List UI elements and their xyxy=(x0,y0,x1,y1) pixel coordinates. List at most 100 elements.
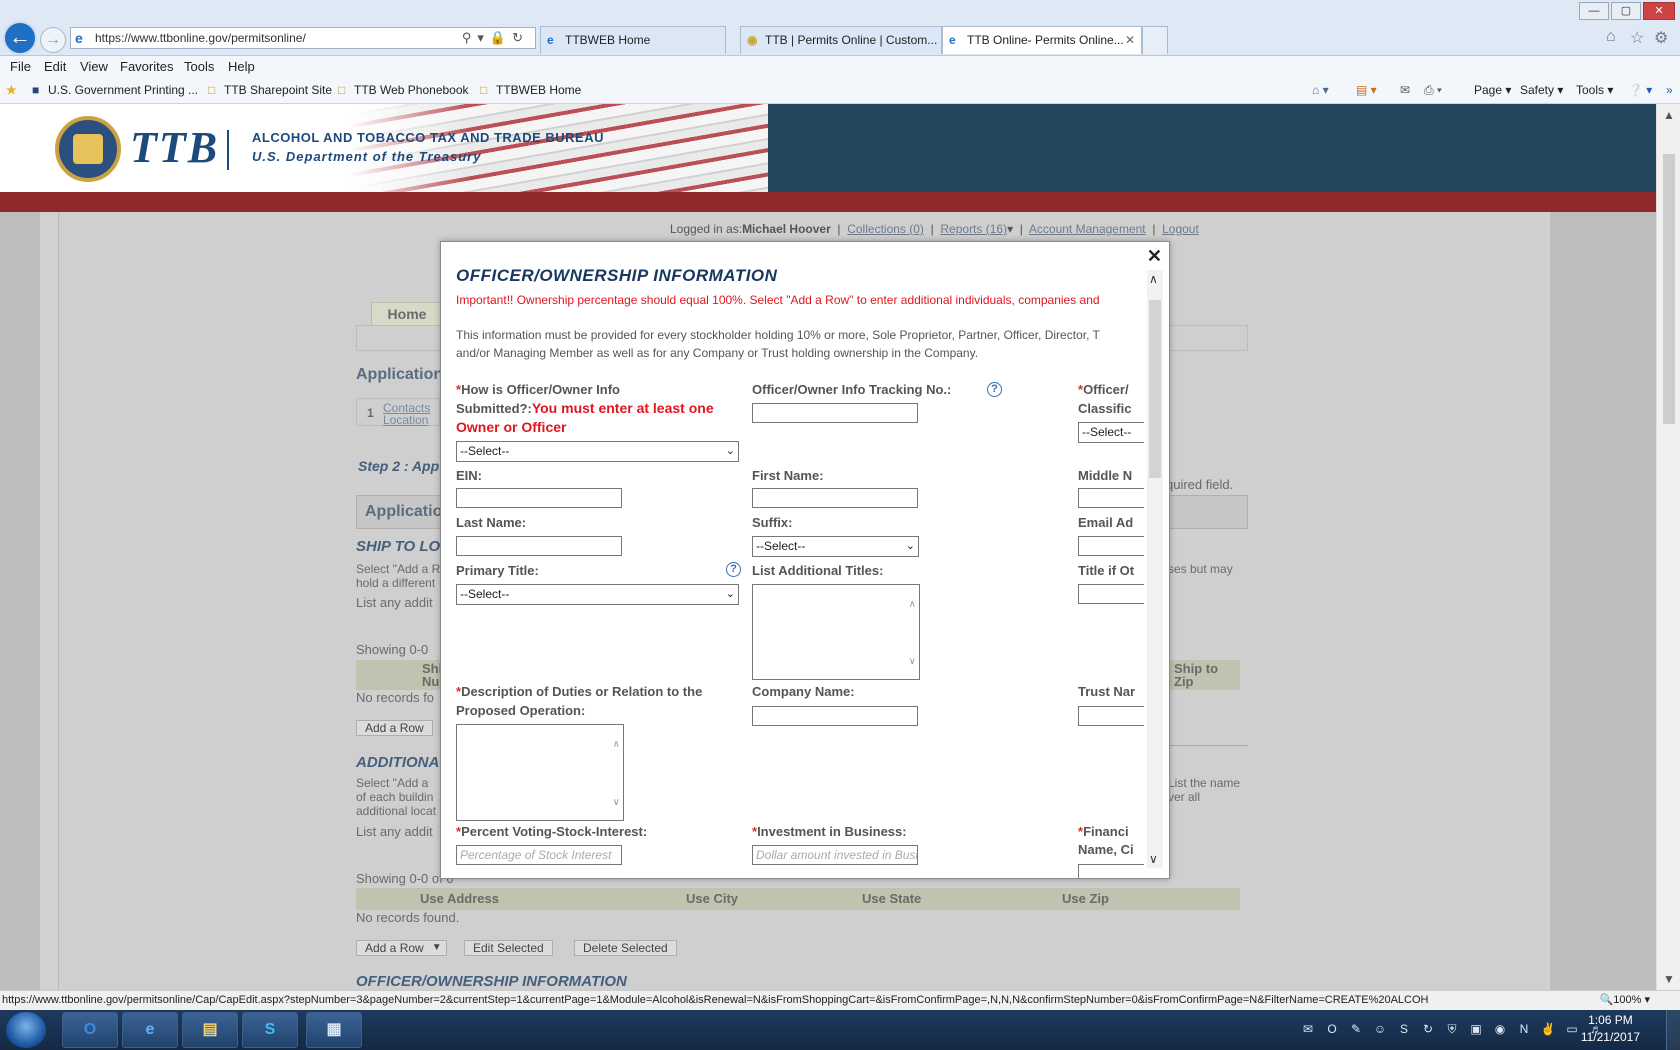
back-arrow-icon[interactable]: ← xyxy=(3,21,37,55)
middle-name-label: Middle N xyxy=(1078,468,1133,483)
menu-edit[interactable]: Edit xyxy=(44,56,66,78)
fav-ttb-sharepoint[interactable]: □ TTB Sharepoint Site xyxy=(206,78,332,102)
suffix-select[interactable]: --Select-- ⌄ xyxy=(752,536,919,557)
home-icon[interactable]: ⌂ xyxy=(1606,28,1616,46)
tracking-no-input[interactable] xyxy=(752,403,918,423)
collections-link[interactable]: Collections (0) xyxy=(847,222,924,236)
chevron-more-icon[interactable]: » xyxy=(1666,78,1673,102)
menu-file[interactable]: File xyxy=(10,56,31,78)
menu-view[interactable]: View xyxy=(80,56,108,78)
trust-name-input[interactable] xyxy=(1078,706,1144,726)
investment-label: *Investment in Business: xyxy=(752,824,907,839)
forward-arrow-icon[interactable]: → xyxy=(40,27,66,53)
address-bar[interactable]: e https://www.ttbonline.gov/permitsonlin… xyxy=(70,27,536,49)
description-textarea[interactable]: ∧ ∨ xyxy=(456,724,624,821)
primary-title-select[interactable]: --Select-- ⌄ xyxy=(456,584,739,605)
scrollbar-thumb[interactable] xyxy=(1663,154,1675,424)
home-command-icon[interactable]: ⌂ ▾ xyxy=(1312,78,1329,102)
tab-ttbweb-home[interactable]: e TTBWEB Home xyxy=(540,26,726,54)
mail-icon[interactable]: ✉ xyxy=(1400,78,1410,102)
zoom-value: 100% xyxy=(1613,994,1642,1006)
file-explorer-icon[interactable]: ▤ xyxy=(182,1012,238,1048)
zoom-level[interactable]: 🔍100% ▾ xyxy=(1593,991,1650,1009)
modal-scrollbar[interactable]: ∧ ∨ xyxy=(1147,270,1163,868)
percent-voting-input[interactable]: Percentage of Stock Interest xyxy=(456,845,622,865)
start-button[interactable] xyxy=(6,1012,46,1048)
menu-favorites[interactable]: Favorites xyxy=(120,56,173,78)
account-management-link[interactable]: Account Management xyxy=(1029,222,1146,236)
outlook-tray-icon[interactable]: O xyxy=(1324,1021,1340,1037)
page-scrollbar[interactable]: ▲ ▼ xyxy=(1656,104,1680,990)
financial-input[interactable] xyxy=(1078,864,1144,878)
pen-tray-icon[interactable]: ✎ xyxy=(1348,1021,1364,1037)
first-name-input[interactable] xyxy=(752,488,918,508)
window-close-button[interactable]: ✕ xyxy=(1643,2,1675,20)
chrome-tray-icon[interactable]: ◉ xyxy=(1492,1021,1508,1037)
fav-ttb-phonebook[interactable]: □ TTB Web Phonebook xyxy=(336,78,469,102)
edit-selected-button[interactable]: Edit Selected xyxy=(464,940,553,956)
email-input[interactable] xyxy=(1078,536,1144,556)
middle-name-input[interactable] xyxy=(1078,488,1144,508)
tools-menu[interactable]: Tools ▾ xyxy=(1576,78,1613,102)
app-window-icon[interactable]: ▦ xyxy=(306,1012,362,1048)
add-a-row-button-1[interactable]: Add a Row xyxy=(356,720,433,736)
shield-tray-icon[interactable]: ⛨ xyxy=(1444,1021,1460,1037)
how-submitted-select[interactable]: --Select-- ⌄ xyxy=(456,441,739,462)
investment-input[interactable]: Dollar amount invested in Business xyxy=(752,845,918,865)
skype-icon[interactable]: S xyxy=(242,1012,298,1048)
company-name-input[interactable] xyxy=(752,706,918,726)
minimize-button[interactable]: — xyxy=(1579,2,1609,20)
add-a-row-button-2[interactable]: Add a Row ▼ xyxy=(356,940,447,956)
maximize-button[interactable]: ▢ xyxy=(1611,2,1641,20)
logout-link[interactable]: Logout xyxy=(1162,222,1199,236)
user-tray-icon[interactable]: ☺ xyxy=(1372,1021,1388,1037)
tab-permits-online-custom[interactable]: ◉ TTB | Permits Online | Custom... xyxy=(740,26,942,54)
list-any-addi-2: List any addit xyxy=(356,824,433,839)
classification-select[interactable]: --Select-- xyxy=(1078,422,1144,443)
scroll-down-icon[interactable]: ∨ xyxy=(1149,852,1158,866)
star-icon[interactable]: ☆ xyxy=(1630,28,1644,48)
device-tray-icon[interactable]: ▣ xyxy=(1468,1021,1484,1037)
last-name-input[interactable] xyxy=(456,536,622,556)
help-icon[interactable]: ? xyxy=(726,562,741,577)
mail-tray-icon[interactable]: ✉ xyxy=(1300,1021,1316,1037)
skype-tray-icon[interactable]: S xyxy=(1396,1021,1412,1037)
hand-tray-icon[interactable]: ✌ xyxy=(1540,1021,1556,1037)
outlook-icon[interactable]: O xyxy=(62,1012,118,1048)
new-tab-button[interactable] xyxy=(1142,26,1168,54)
chevron-down-icon[interactable]: ▼ xyxy=(432,941,442,955)
reports-link[interactable]: Reports (16) xyxy=(940,222,1007,236)
home-tab[interactable]: Home xyxy=(371,302,443,326)
scroll-up-icon[interactable]: ∧ xyxy=(1149,272,1158,286)
scroll-down-icon[interactable]: ▼ xyxy=(1663,972,1675,986)
location-link[interactable]: Location xyxy=(383,413,428,427)
nx-tray-icon[interactable]: N xyxy=(1516,1021,1532,1037)
title-if-other-input[interactable] xyxy=(1078,584,1144,604)
show-desktop-button[interactable] xyxy=(1666,1010,1680,1050)
fav-ttbweb-home[interactable]: □ TTBWEB Home xyxy=(478,78,581,102)
clock[interactable]: 1:06 PM 11/21/2017 xyxy=(1581,1012,1640,1046)
internet-explorer-icon[interactable]: e xyxy=(122,1012,178,1048)
tab-ttb-online-permits[interactable]: e TTB Online- Permits Online... ✕ xyxy=(942,26,1142,54)
monitor-tray-icon[interactable]: ▭ xyxy=(1564,1021,1580,1037)
menu-help[interactable]: Help xyxy=(228,56,255,78)
chevron-down-icon[interactable]: ▾ xyxy=(1007,222,1013,236)
modal-scrollbar-thumb[interactable] xyxy=(1149,300,1161,478)
page-menu[interactable]: Page ▾ xyxy=(1474,78,1511,102)
address-tools-icons[interactable]: ⚲▾🔒↻ xyxy=(462,28,529,48)
help-icon[interactable]: ? xyxy=(987,382,1002,397)
safety-menu[interactable]: Safety ▾ xyxy=(1520,78,1563,102)
menu-tools[interactable]: Tools xyxy=(184,56,214,78)
ein-input[interactable] xyxy=(456,488,622,508)
scroll-up-icon[interactable]: ▲ xyxy=(1663,108,1675,122)
tab-close-icon[interactable]: ✕ xyxy=(1125,27,1135,53)
additional-titles-textarea[interactable]: ∧ ∨ xyxy=(752,584,920,680)
delete-selected-button[interactable]: Delete Selected xyxy=(574,940,677,956)
network-tray-icon[interactable]: ↻ xyxy=(1420,1021,1436,1037)
close-icon[interactable]: ✕ xyxy=(1147,246,1162,267)
feeds-icon[interactable]: ▤ ▾ xyxy=(1356,78,1377,102)
help-icon[interactable]: ❔ ▾ xyxy=(1628,78,1652,102)
print-icon[interactable]: ⎙ ▾ xyxy=(1424,78,1442,102)
gear-icon[interactable]: ⚙ xyxy=(1654,28,1668,48)
fav-gpo[interactable]: ■ U.S. Government Printing ... xyxy=(30,78,198,102)
